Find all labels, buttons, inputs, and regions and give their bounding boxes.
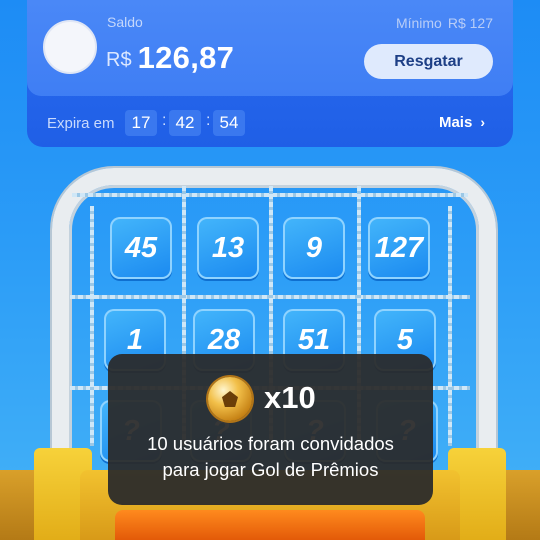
prize-cell[interactable]: 9 — [283, 217, 345, 279]
balance-card: Saldo R$ 126,87 Mínimo R$ 127 Resgatar Exp… — [27, 0, 513, 147]
minimo-value: R$ 127 — [447, 15, 493, 31]
balance-amount: R$ 126,87 — [106, 40, 234, 76]
timer-seconds: 54 — [213, 110, 245, 136]
timer-colon: : — [162, 112, 167, 129]
timer-colon: : — [206, 112, 211, 129]
toast-message: 10 usuários foram convidados para jogar … — [108, 431, 433, 483]
chevron-right-icon: › — [480, 114, 485, 130]
goal-base-slot — [115, 510, 425, 540]
minimo-label: Mínimo — [395, 15, 442, 31]
avatar[interactable] — [43, 20, 97, 74]
minimum-withdrawal: Mínimo R$ 127 — [396, 15, 493, 31]
timer-hours: 17 — [125, 110, 157, 136]
balance-value: 126,87 — [137, 40, 235, 75]
mais-link[interactable]: Mais › — [439, 114, 485, 131]
toast-message-line1: 10 usuários foram convidados — [147, 433, 394, 454]
toast-count: x10 — [264, 380, 316, 415]
resgatar-button[interactable]: Resgatar — [364, 44, 493, 79]
currency-symbol: R$ — [106, 49, 132, 71]
net-rope — [90, 206, 94, 446]
prize-cell[interactable]: 127 — [368, 217, 430, 279]
prize-cell[interactable]: 13 — [197, 217, 259, 279]
net-rope — [448, 206, 452, 446]
mais-label: Mais — [438, 114, 473, 131]
prize-cell[interactable]: 45 — [110, 217, 172, 279]
expira-label: Expira em — [47, 115, 115, 132]
saldo-label: Saldo — [107, 14, 143, 30]
toast-message-line2: para jogar Gol de Prêmios — [162, 459, 379, 480]
timer-minutes: 42 — [169, 110, 201, 136]
